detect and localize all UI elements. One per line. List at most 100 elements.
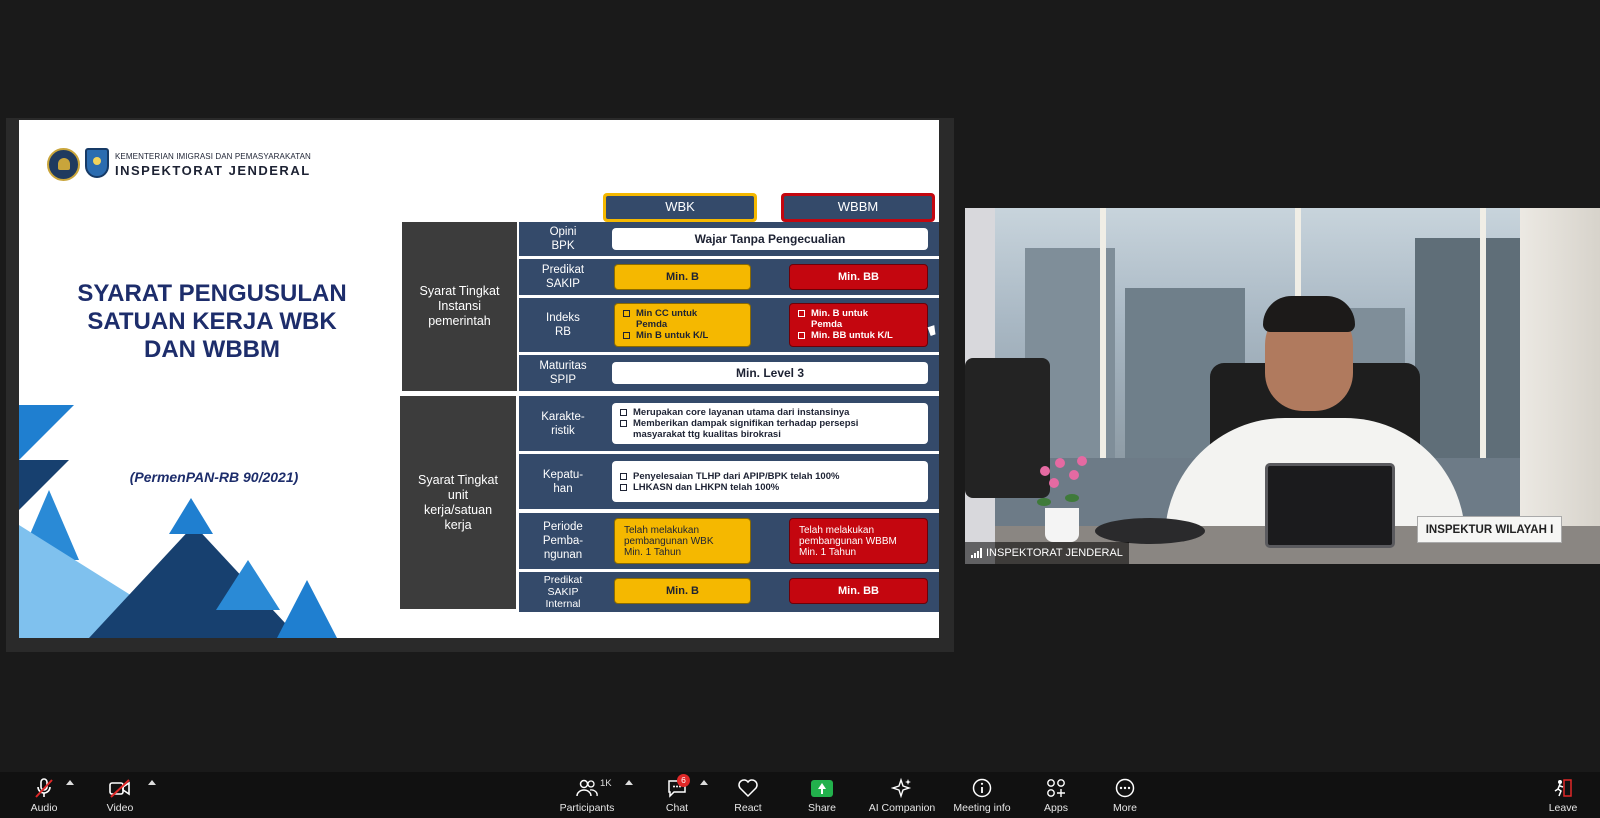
more-dots-icon [1113,777,1137,799]
list-item: Min. B untuk Pemda [798,308,868,330]
participant-name: INSPEKTORAT JENDERAL [986,547,1123,559]
row-label: Opini BPK [549,226,577,252]
sakip-internal-wbk-value: Min. B [614,578,751,604]
leave-button[interactable]: Leave [1546,772,1580,818]
row-label: Karakte- ristik [541,410,585,437]
list-item: Min. BB untuk K/L [798,330,893,341]
list-item: Penyelesaian TLHP dari APIP/BPK telah 10… [620,471,839,482]
periode-wbk-value: Telah melakukan pembangunan WBK Min. 1 T… [614,518,751,564]
tablet-device [1265,463,1395,548]
karakteristik-list: Merupakan core layanan utama dari instan… [612,403,928,444]
microphone-muted-icon [32,777,56,799]
react-button[interactable]: React [731,772,765,818]
sakip-wbbm-value: Min. BB [789,264,928,290]
heart-icon [736,777,760,799]
opini-value: Wajar Tanpa Pengecualian [612,228,928,250]
row-maturitas-spip: Maturitas SPIP Min. Level 3 [519,355,939,391]
presentation-slide: KEMENTERIAN IMIGRASI DAN PEMASYARAKATAN … [19,120,939,638]
checkbox-bullet-icon [798,310,805,317]
group-instansi-label: Syarat Tingkat Instansi pemerintah [402,222,517,391]
audio-label: Audio [30,802,58,814]
row-karakteristik: Karakte- ristik Merupakan core layanan u… [519,396,939,451]
speakerphone [1095,518,1205,544]
imigrasi-shield-icon [85,148,109,178]
apps-icon [1044,777,1068,799]
participants-label: Participants [559,802,615,814]
indeks-wbbm-list: Min. B untuk Pemda Min. BB untuk K/L [789,303,928,347]
react-label: React [734,802,762,814]
garuda-emblem-icon [47,148,80,181]
row-periode-pembangunan: Periode Pemba- ngunan Telah melakukan pe… [519,513,939,569]
ai-companion-button[interactable]: AI Companion [868,772,936,818]
participant-video-tile[interactable]: INSPEKTUR WILAYAH I INSPEKTORAT JENDERAL [965,208,1600,564]
participant-name-label: INSPEKTORAT JENDERAL [965,542,1129,564]
chat-label: Chat [665,802,689,814]
share-button[interactable]: Share [805,772,839,818]
meeting-info-button[interactable]: Meeting info [951,772,1013,818]
sakip-internal-wbbm-value: Min. BB [789,578,928,604]
checkbox-bullet-icon [798,332,805,339]
periode-wbbm-value: Telah melakukan pembangunan WBBM Min. 1 … [789,518,928,564]
video-label: Video [106,802,134,814]
indeks-wbk-list: Min CC untuk Pemda Min B untuk K/L [614,303,751,347]
checkbox-bullet-icon [620,472,627,480]
more-label: More [1113,802,1137,814]
leave-label: Leave [1548,802,1578,814]
row-predikat-sakip: Predikat SAKIP Min. B Min. BB [519,259,939,295]
row-kepatuhan: Kepatu- han Penyelesaian TLHP dari APIP/… [519,454,939,509]
meeting-toolbar: Audio Video Participants 1K 6 Chat React… [0,772,1600,818]
sparkle-icon [890,777,914,799]
participants-count: 1K [600,778,612,789]
chat-unread-badge: 6 [677,774,690,787]
shared-screen: KEMENTERIAN IMIGRASI DAN PEMASYARAKATAN … [6,118,954,652]
share-label: Share [807,802,837,814]
checkbox-bullet-icon [623,332,630,339]
list-item: Memberikan dampak signifikan terhadap pe… [620,418,858,440]
row-label: Predikat SAKIP [541,264,585,290]
share-screen-icon [810,777,834,799]
meeting-info-label: Meeting info [953,802,1011,814]
list-item: Min CC untuk Pemda [623,308,697,330]
column-header-wbk: WBK [603,193,757,222]
chat-button[interactable]: 6 Chat [660,772,694,818]
column-header-wbk-label: WBK [606,196,754,219]
list-item: LHKASN dan LHKPN telah 100% [620,482,779,493]
audio-button[interactable]: Audio [25,772,63,818]
video-button[interactable]: Video [101,772,139,818]
participants-icon [575,777,599,799]
audio-options-chevron-up-icon[interactable] [66,780,74,785]
checkbox-bullet-icon [623,310,630,317]
chat-options-chevron-up-icon[interactable] [700,780,708,785]
office-chair [965,358,1050,498]
row-label: Kepatu- han [542,468,584,495]
apps-button[interactable]: Apps [1039,772,1073,818]
ai-companion-label: AI Companion [868,802,936,814]
group-unit-kerja-label: Syarat Tingkat unit kerja/satuan kerja [400,396,516,609]
signal-strength-icon [971,548,982,558]
person-hair [1263,296,1355,332]
flower-pot [1045,508,1079,542]
curtain [1520,208,1600,564]
checkbox-bullet-icon [620,420,627,427]
apps-label: Apps [1044,802,1068,814]
video-options-chevron-up-icon[interactable] [148,780,156,785]
kepatuhan-list: Penyelesaian TLHP dari APIP/BPK telah 10… [612,461,928,502]
maturitas-value: Min. Level 3 [612,362,928,384]
row-label: Indeks RB [546,312,580,338]
row-indeks-rb: Indeks RB Min CC untuk Pemda Min B untuk… [519,298,939,352]
row-opini-bpk: Opini BPK Wajar Tanpa Pengecualian [519,222,939,256]
camera-off-icon [108,777,132,799]
checkbox-bullet-icon [620,483,627,491]
list-item: Min B untuk K/L [623,330,708,341]
sakip-wbk-value: Min. B [614,264,751,290]
participants-options-chevron-up-icon[interactable] [625,780,633,785]
more-button[interactable]: More [1108,772,1142,818]
list-item: Merupakan core layanan utama dari instan… [620,407,849,418]
zoom-meeting-window: KEMENTERIAN IMIGRASI DAN PEMASYARAKATAN … [0,0,1600,818]
inspektorat-name: INSPEKTORAT JENDERAL [115,163,311,178]
column-header-wbbm: WBBM [781,193,935,222]
checkbox-bullet-icon [620,409,627,416]
ministry-name: KEMENTERIAN IMIGRASI DAN PEMASYARAKATAN [115,152,311,161]
desk-nameplate: INSPEKTUR WILAYAH I [1417,516,1562,543]
chat-bubble-icon: 6 [665,774,690,799]
